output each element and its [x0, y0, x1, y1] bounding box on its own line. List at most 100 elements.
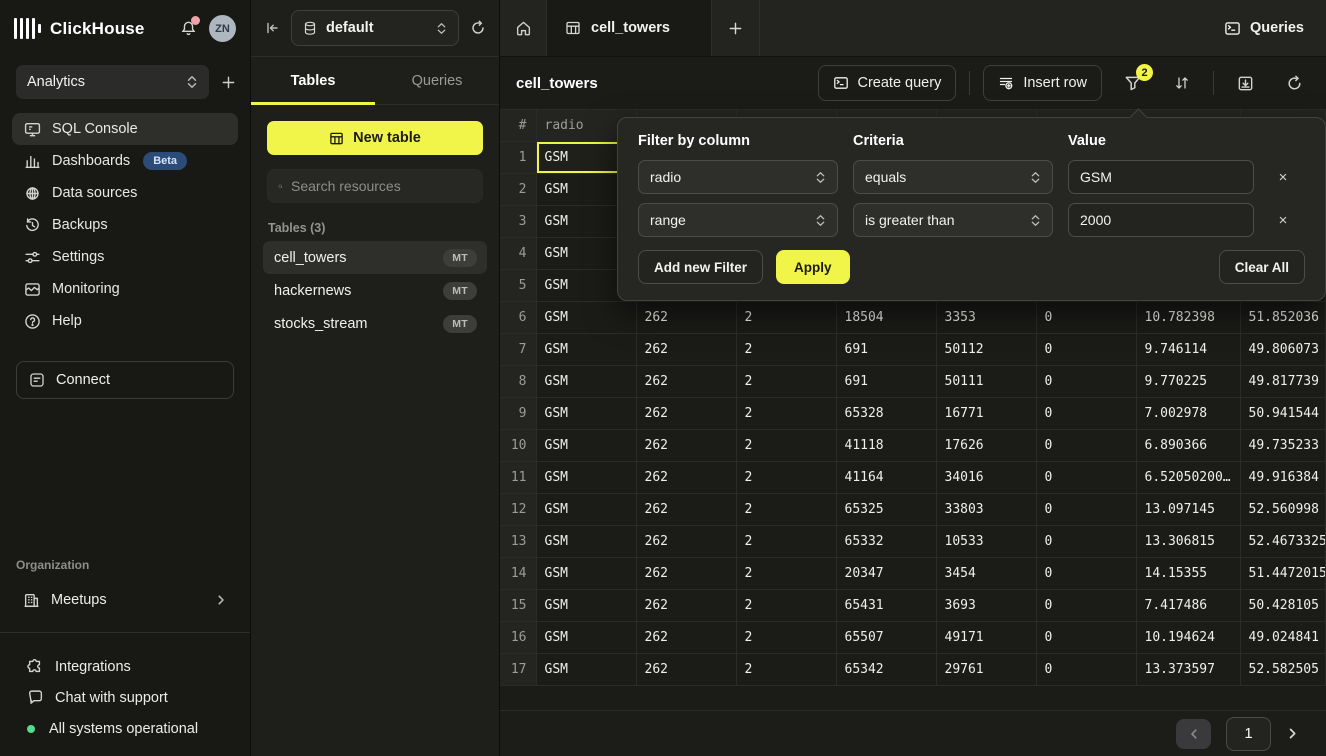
sidebar-item-help[interactable]: Help — [12, 305, 238, 337]
cell[interactable]: 2 — [736, 430, 836, 462]
cell[interactable]: 13.373597 — [1136, 654, 1240, 686]
cell[interactable]: 3454 — [936, 558, 1036, 590]
tab-tables[interactable]: Tables — [251, 57, 375, 104]
cell[interactable]: 262 — [636, 398, 736, 430]
cell[interactable]: 2 — [736, 334, 836, 366]
apply-filter-button[interactable]: Apply — [776, 250, 850, 284]
cell[interactable]: 6.890366 — [1136, 430, 1240, 462]
next-page-button[interactable] — [1286, 727, 1299, 740]
cell[interactable]: 262 — [636, 462, 736, 494]
cell[interactable]: 2 — [736, 590, 836, 622]
add-new-filter-button[interactable]: Add new Filter — [638, 250, 763, 284]
cell[interactable]: 14.15355 — [1136, 558, 1240, 590]
cell[interactable]: 2 — [736, 302, 836, 334]
remove-filter-button-1[interactable]: × — [1269, 163, 1297, 191]
cell[interactable]: 52.582505 — [1240, 654, 1326, 686]
cell[interactable]: 65431 — [836, 590, 936, 622]
cell[interactable]: 41118 — [836, 430, 936, 462]
cell[interactable]: GSM — [536, 590, 636, 622]
search-input[interactable] — [291, 178, 472, 194]
cell[interactable]: 49.806073 — [1240, 334, 1326, 366]
cell[interactable]: 262 — [636, 558, 736, 590]
cell[interactable]: 41164 — [836, 462, 936, 494]
cell[interactable]: 691 — [836, 366, 936, 398]
filter-column-select-1[interactable]: radio — [638, 160, 838, 194]
cell[interactable]: 9.746114 — [1136, 334, 1240, 366]
sidebar-item-meetups[interactable]: Meetups — [12, 582, 238, 618]
cell[interactable]: GSM — [536, 302, 636, 334]
previous-page-button[interactable] — [1176, 719, 1211, 749]
avatar[interactable]: ZN — [209, 15, 236, 42]
sidebar-item-integrations[interactable]: Integrations — [0, 651, 250, 682]
cell[interactable]: 65342 — [836, 654, 936, 686]
cell[interactable]: 2 — [736, 526, 836, 558]
remove-filter-button-2[interactable]: × — [1269, 206, 1297, 234]
cell[interactable]: 9.770225 — [1136, 366, 1240, 398]
cell[interactable]: 33803 — [936, 494, 1036, 526]
cell[interactable]: 51.852036 — [1240, 302, 1326, 334]
home-button[interactable] — [500, 0, 547, 56]
cell[interactable]: 49171 — [936, 622, 1036, 654]
cell[interactable]: 65328 — [836, 398, 936, 430]
cell[interactable]: 6.52050200… — [1136, 462, 1240, 494]
cell[interactable]: 52.4673325 — [1240, 526, 1326, 558]
new-table-button[interactable]: New table — [267, 121, 483, 155]
sidebar-item-chat-support[interactable]: Chat with support — [0, 682, 250, 713]
cell[interactable]: 262 — [636, 590, 736, 622]
cell[interactable]: 262 — [636, 334, 736, 366]
clear-all-filters-button[interactable]: Clear All — [1219, 250, 1305, 284]
cell[interactable]: 10.194624 — [1136, 622, 1240, 654]
cell[interactable]: 34016 — [936, 462, 1036, 494]
cell[interactable]: 3353 — [936, 302, 1036, 334]
cell[interactable]: 18504 — [836, 302, 936, 334]
cell[interactable]: 50112 — [936, 334, 1036, 366]
cell[interactable]: 65507 — [836, 622, 936, 654]
cell[interactable]: 49.735233 — [1240, 430, 1326, 462]
cell[interactable]: 2 — [736, 558, 836, 590]
notifications-button[interactable] — [176, 17, 200, 41]
cell[interactable]: 0 — [1036, 558, 1136, 590]
cell[interactable]: GSM — [536, 654, 636, 686]
cell[interactable]: 0 — [1036, 366, 1136, 398]
cell[interactable]: 13.097145 — [1136, 494, 1240, 526]
tab-queries[interactable]: Queries — [375, 57, 499, 104]
sidebar-item-settings[interactable]: Settings — [12, 241, 238, 273]
cell[interactable]: 2 — [736, 462, 836, 494]
cell[interactable]: GSM — [536, 526, 636, 558]
cell[interactable]: 7.417486 — [1136, 590, 1240, 622]
cell[interactable]: 0 — [1036, 590, 1136, 622]
cell[interactable]: 2 — [736, 622, 836, 654]
cell[interactable]: 0 — [1036, 462, 1136, 494]
filter-button[interactable]: 2 — [1115, 65, 1151, 101]
cell[interactable]: 52.560998 — [1240, 494, 1326, 526]
download-button[interactable] — [1227, 65, 1263, 101]
cell[interactable]: 262 — [636, 526, 736, 558]
insert-row-button[interactable]: Insert row — [983, 65, 1102, 101]
cell[interactable]: GSM — [536, 462, 636, 494]
database-select[interactable]: default — [291, 10, 459, 46]
filter-value-input-1[interactable] — [1068, 160, 1254, 194]
tab-cell-towers[interactable]: cell_towers — [547, 0, 712, 56]
cell[interactable]: GSM — [536, 334, 636, 366]
cell[interactable]: 0 — [1036, 526, 1136, 558]
cell[interactable]: 50.428105 — [1240, 590, 1326, 622]
cell[interactable]: 0 — [1036, 494, 1136, 526]
cell[interactable]: 2 — [736, 366, 836, 398]
filter-criteria-select-1[interactable]: equals — [853, 160, 1053, 194]
sort-button[interactable] — [1164, 65, 1200, 101]
cell[interactable]: 49.916384 — [1240, 462, 1326, 494]
current-page-indicator[interactable]: 1 — [1226, 717, 1271, 751]
cell[interactable]: 2 — [736, 494, 836, 526]
cell[interactable]: 13.306815 — [1136, 526, 1240, 558]
cell[interactable]: GSM — [536, 494, 636, 526]
connect-button[interactable]: Connect — [16, 361, 234, 399]
filter-column-select-2[interactable]: range — [638, 203, 838, 237]
sidebar-item-data-sources[interactable]: Data sources — [12, 177, 238, 209]
cell[interactable]: 0 — [1036, 622, 1136, 654]
cell[interactable]: 0 — [1036, 654, 1136, 686]
sidebar-item-sql-console[interactable]: SQL Console — [12, 113, 238, 145]
cell[interactable]: 262 — [636, 622, 736, 654]
cell[interactable]: 262 — [636, 430, 736, 462]
cell[interactable]: 10533 — [936, 526, 1036, 558]
cell[interactable]: GSM — [536, 622, 636, 654]
